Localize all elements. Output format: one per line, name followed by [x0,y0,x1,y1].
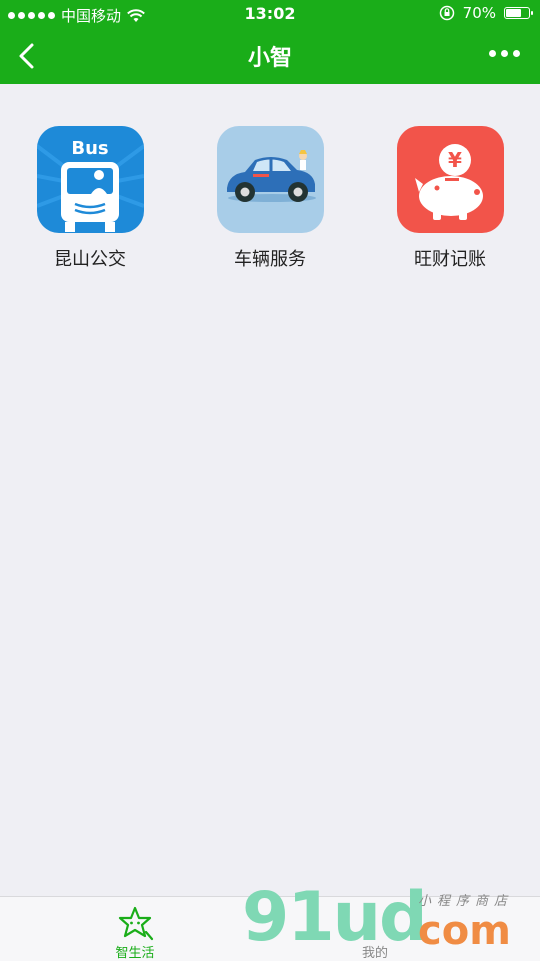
battery-percent: 70% [462,4,496,22]
app-vehicle-service[interactable]: 车辆服务 [180,126,360,271]
battery-icon [504,7,533,19]
page-title: 小智 [247,46,292,71]
app-kunshan-bus[interactable]: Bus 昆山公交 [0,126,180,271]
car-icon [216,126,324,233]
tab-label: 智生活 [115,946,155,961]
status-right: 70% [439,4,533,22]
nav-bar: 小智 [0,28,540,84]
yen-symbol: ¥ [448,148,462,172]
star-face-icon [118,906,154,941]
app-label: 旺财记账 [414,249,486,270]
watermark: 91ud 小程序商店 com [238,878,538,960]
more-dots-icon[interactable] [489,50,520,57]
app-grid: Bus 昆山公交 车辆服务 ¥ 旺财记账 [0,126,540,271]
bus-icon-text: Bus [71,138,108,159]
bus-icon: Bus [36,126,144,233]
app-label: 车辆服务 [234,249,306,270]
status-bar: 中国移动 13:02 70% [0,0,540,28]
piggy-bank-icon: ¥ [396,126,504,233]
app-label: 昆山公交 [54,249,126,270]
app-wangcai-ledger[interactable]: ¥ 旺财记账 [360,126,540,271]
watermark-com-text: com [418,908,511,954]
orientation-lock-icon [439,5,454,21]
battery-fill [506,9,521,17]
top-bar: 中国移动 13:02 70% 小智 [0,0,540,84]
watermark-small-text: 小程序商店 [418,894,514,909]
tab-smart-life[interactable]: 智生活 [60,897,210,961]
watermark-big-text: 91ud [242,878,428,957]
